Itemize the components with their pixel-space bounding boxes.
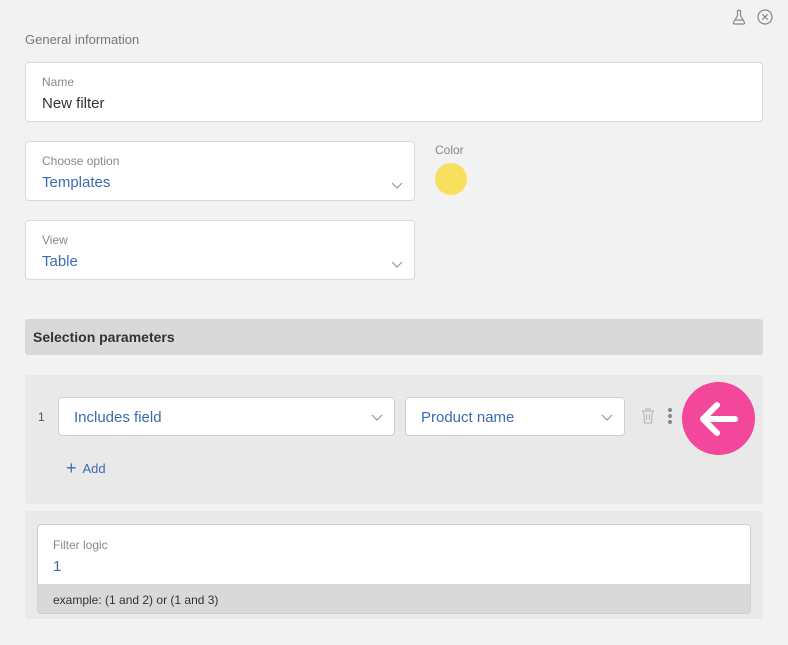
- chevron-down-icon: [391, 182, 403, 189]
- condition-value: Includes field: [74, 409, 162, 426]
- color-swatch[interactable]: [435, 163, 467, 195]
- selection-parameters-title: Selection parameters: [33, 329, 175, 345]
- color-label: Color: [435, 143, 464, 157]
- condition-select[interactable]: Includes field: [58, 397, 395, 436]
- name-field[interactable]: Name New filter: [25, 62, 763, 122]
- field-value: Product name: [421, 409, 515, 426]
- view-value: Table: [42, 253, 78, 270]
- view-label: View: [42, 233, 68, 247]
- selection-parameters-panel: [25, 375, 763, 504]
- filter-logic-hint: example: (1 and 2) or (1 and 3): [38, 584, 750, 613]
- back-arrow-button[interactable]: [682, 382, 755, 455]
- choose-option-select[interactable]: Choose option Templates: [25, 141, 415, 201]
- chevron-down-icon: [391, 261, 403, 268]
- field-select[interactable]: Product name: [405, 397, 625, 436]
- filter-logic-hint-text: example: (1 and 2) or (1 and 3): [53, 593, 219, 607]
- chevron-down-icon: [371, 414, 383, 421]
- name-field-label: Name: [42, 75, 75, 89]
- chevron-down-icon: [601, 414, 613, 421]
- view-select[interactable]: View Table: [25, 220, 415, 280]
- arrow-left-icon: [699, 401, 738, 436]
- filter-logic-value[interactable]: 1: [53, 558, 61, 575]
- more-options-icon[interactable]: [666, 406, 674, 426]
- section-title: General information: [25, 32, 140, 47]
- flask-icon[interactable]: [730, 8, 748, 26]
- window-controls: [730, 8, 774, 26]
- selection-parameters-header: Selection parameters: [25, 319, 763, 355]
- add-condition-button[interactable]: + Add: [66, 458, 106, 478]
- filter-logic-field[interactable]: Filter logic 1 example: (1 and 2) or (1 …: [37, 524, 751, 614]
- choose-option-label: Choose option: [42, 154, 120, 168]
- trash-icon[interactable]: [640, 407, 656, 425]
- row-number: 1: [38, 410, 45, 424]
- plus-icon: +: [66, 458, 77, 478]
- add-label: Add: [82, 460, 106, 476]
- name-field-value[interactable]: New filter: [42, 95, 105, 112]
- close-circle-icon[interactable]: [756, 8, 774, 26]
- filter-logic-label: Filter logic: [53, 538, 108, 552]
- choose-option-value: Templates: [42, 174, 111, 191]
